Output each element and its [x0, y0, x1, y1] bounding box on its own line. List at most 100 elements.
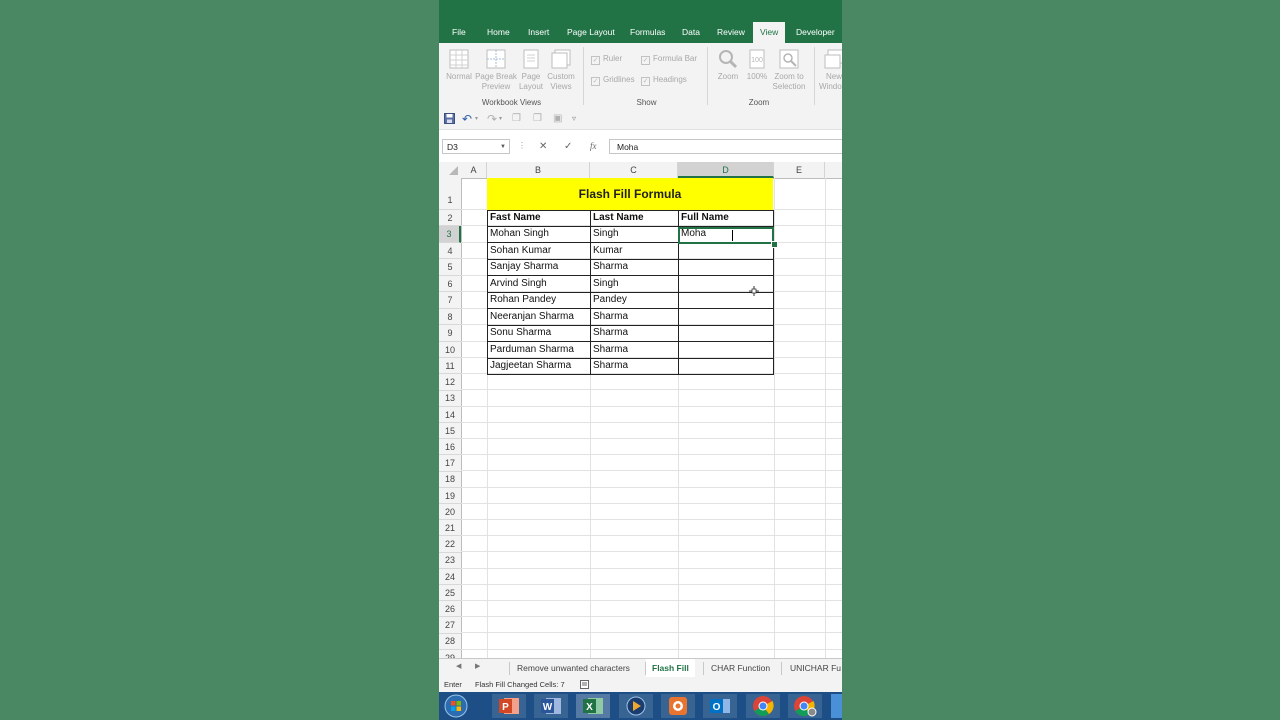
row-header[interactable]: 17: [439, 455, 461, 472]
insert-function-icon[interactable]: fx: [590, 141, 597, 151]
zoom-to-selection-button[interactable]: Zoom to Selection: [769, 49, 809, 92]
row-header[interactable]: 23: [439, 552, 461, 569]
table-cell[interactable]: [678, 276, 774, 292]
row-header[interactable]: 24: [439, 569, 461, 586]
scroll-tabs-left-icon[interactable]: ◀: [456, 662, 461, 670]
row-header[interactable]: 2: [439, 210, 461, 227]
table-cell[interactable]: Parduman Sharma: [487, 342, 590, 358]
row-header[interactable]: 10: [439, 342, 461, 358]
tab-home[interactable]: Home: [487, 22, 510, 43]
taskbar-word[interactable]: W: [534, 694, 568, 718]
row-header[interactable]: 25: [439, 585, 461, 602]
redo-icon[interactable]: ↷: [487, 112, 497, 126]
tab-insert[interactable]: Insert: [528, 22, 549, 43]
tab-file[interactable]: File: [452, 22, 466, 43]
cancel-icon[interactable]: ✕: [539, 141, 547, 152]
column-header-d[interactable]: D: [678, 162, 774, 178]
tab-review[interactable]: Review: [717, 22, 745, 43]
scroll-tabs-right-icon[interactable]: ▶: [475, 662, 480, 670]
gridlines-checkbox[interactable]: ✓ Gridlines: [591, 75, 635, 86]
chevron-down-icon[interactable]: ▼: [500, 140, 506, 155]
headings-checkbox[interactable]: ✓ Headings: [641, 75, 687, 86]
tab-data[interactable]: Data: [682, 22, 700, 43]
row-header[interactable]: 3: [439, 226, 461, 243]
normal-view-button[interactable]: Normal: [444, 49, 474, 82]
table-cell[interactable]: Jagjeetan Sharma: [487, 358, 590, 374]
row-header[interactable]: 29: [439, 650, 461, 658]
table-cell[interactable]: Mohan Singh: [487, 226, 590, 242]
undo-icon[interactable]: ↶: [462, 112, 472, 126]
row-header[interactable]: 13: [439, 390, 461, 407]
taskbar-screen-recorder[interactable]: [661, 694, 695, 718]
start-button[interactable]: [439, 694, 473, 718]
ruler-checkbox[interactable]: ✓ Ruler: [591, 54, 622, 65]
row-header[interactable]: 18: [439, 471, 461, 488]
name-box[interactable]: D3 ▼: [442, 139, 510, 154]
table-cell[interactable]: [678, 358, 774, 374]
row-header[interactable]: 16: [439, 439, 461, 456]
page-layout-button[interactable]: Page Layout: [517, 49, 545, 92]
row-header[interactable]: 21: [439, 520, 461, 537]
row-header[interactable]: 4: [439, 243, 461, 260]
select-all-corner[interactable]: [439, 162, 461, 178]
column-header-b[interactable]: B: [487, 162, 590, 178]
table-cell[interactable]: Singh: [590, 276, 678, 292]
row-header[interactable]: 22: [439, 536, 461, 553]
row-header[interactable]: 12: [439, 374, 461, 391]
zoom-button[interactable]: Zoom: [713, 49, 743, 82]
table-cell[interactable]: Sonu Sharma: [487, 325, 590, 341]
row-header[interactable]: 9: [439, 325, 461, 342]
copy-icon[interactable]: ❐: [512, 113, 521, 124]
row-header[interactable]: 15: [439, 423, 461, 440]
table-cell[interactable]: Arvind Singh: [487, 276, 590, 292]
copy-format-icon[interactable]: ❐: [533, 113, 542, 124]
sheet-tab-remove-unwanted-characters[interactable]: Remove unwanted characters: [517, 659, 630, 677]
header-cell[interactable]: Last Name: [590, 210, 678, 226]
sheet-title-cell[interactable]: Flash Fill Formula: [487, 178, 773, 210]
table-cell[interactable]: [678, 292, 774, 308]
row-header[interactable]: 20: [439, 504, 461, 521]
table-cell[interactable]: Sharma: [590, 325, 678, 341]
row-header[interactable]: 28: [439, 633, 461, 650]
row-header[interactable]: 5: [439, 259, 461, 276]
macro-record-icon[interactable]: [580, 680, 589, 689]
table-cell[interactable]: Sharma: [590, 259, 678, 275]
sheet-tab-char-function[interactable]: CHAR Function: [711, 659, 770, 677]
paste-icon[interactable]: ▣: [553, 113, 562, 124]
table-cell[interactable]: Pandey: [590, 292, 678, 308]
column-header-c[interactable]: C: [590, 162, 678, 178]
tab-formulas[interactable]: Formulas: [630, 22, 665, 43]
row-header[interactable]: 14: [439, 407, 461, 424]
taskbar-excel[interactable]: X: [576, 694, 610, 718]
table-cell[interactable]: Rohan Pandey: [487, 292, 590, 308]
table-cell[interactable]: Sanjay Sharma: [487, 259, 590, 275]
table-cell[interactable]: [678, 259, 774, 275]
show-desktop-button[interactable]: [831, 694, 842, 718]
formula-input[interactable]: Moha: [609, 139, 842, 154]
table-cell[interactable]: Singh: [590, 226, 678, 242]
table-cell[interactable]: Sharma: [590, 358, 678, 374]
save-icon[interactable]: [444, 113, 455, 124]
row-header[interactable]: 27: [439, 617, 461, 634]
row-header[interactable]: 19: [439, 488, 461, 505]
tab-page-layout[interactable]: Page Layout: [567, 22, 615, 43]
column-header-a[interactable]: A: [461, 162, 487, 178]
fill-handle[interactable]: [771, 241, 778, 248]
row-header[interactable]: 7: [439, 292, 461, 309]
table-cell[interactable]: Kumar: [590, 243, 678, 259]
row-header[interactable]: 11: [439, 358, 461, 375]
page-break-preview-button[interactable]: Page Break Preview: [474, 49, 518, 92]
taskbar-outlook[interactable]: O: [703, 694, 737, 718]
column-header-e[interactable]: E: [774, 162, 825, 178]
table-cell[interactable]: [678, 325, 774, 341]
taskbar-media-player[interactable]: [619, 694, 653, 718]
sheet-tab-flash-fill[interactable]: Flash Fill: [646, 659, 695, 679]
taskbar-chrome[interactable]: [746, 694, 780, 718]
header-cell[interactable]: Fast Name: [487, 210, 590, 226]
taskbar-chrome-profile[interactable]: [788, 694, 822, 718]
row-header[interactable]: 8: [439, 309, 461, 326]
table-cell[interactable]: Sharma: [590, 342, 678, 358]
chevron-down-icon[interactable]: ▾: [499, 115, 502, 122]
worksheet-grid[interactable]: Flash Fill Formula Fast Name Last Name Ful…: [461, 178, 842, 658]
table-cell[interactable]: [678, 309, 774, 325]
